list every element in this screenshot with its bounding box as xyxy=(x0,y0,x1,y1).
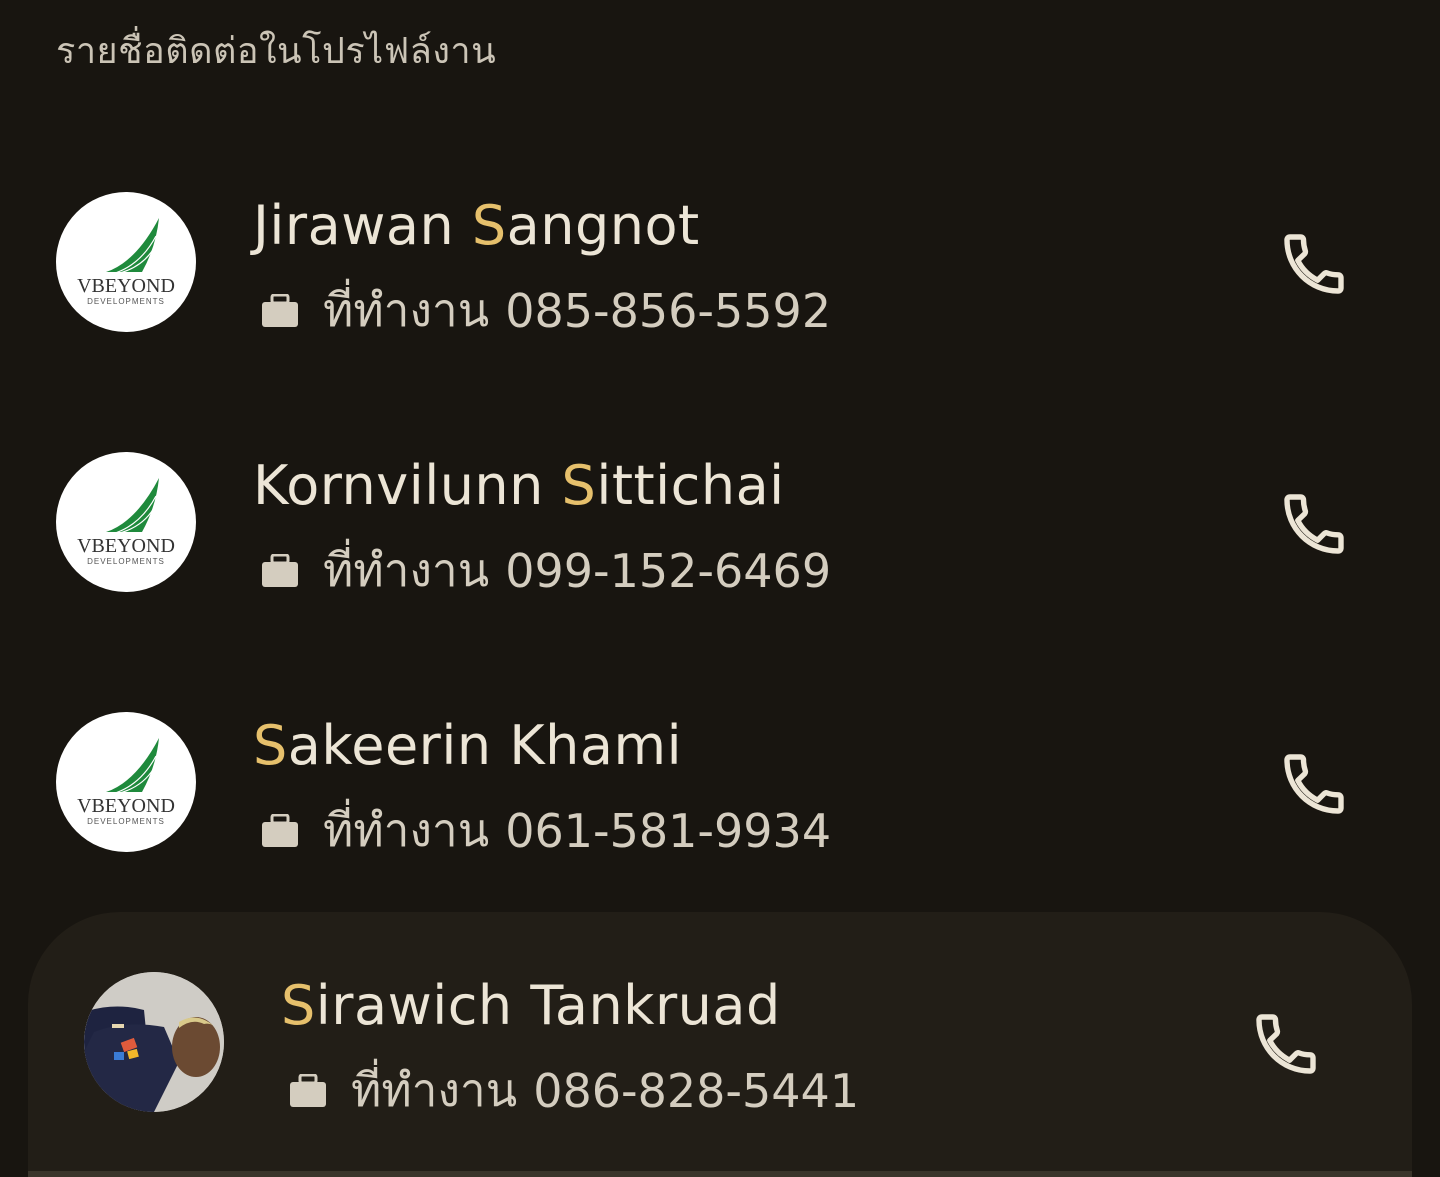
contacts-screen: รายชื่อติดต่อในโปรไฟล์งาน VBEYOND DEVELO… xyxy=(0,0,1440,1177)
section-header: รายชื่อติดต่อในโปรไฟล์งาน xyxy=(56,31,497,72)
phone-detail: ที่ทำงาน 099-152-6469 xyxy=(253,534,831,607)
svg-text:DEVELOPMENTS: DEVELOPMENTS xyxy=(87,297,165,306)
svg-text:VBEYOND: VBEYOND xyxy=(77,795,175,817)
contact-name: Jirawan Sangnot xyxy=(253,194,700,257)
phone-type-label: ที่ทำงาน xyxy=(351,1063,518,1117)
phone-number: 099-152-6469 xyxy=(505,543,832,598)
phone-detail: ที่ทำงาน 085-856-5592 xyxy=(253,274,831,347)
briefcase-icon xyxy=(262,813,298,847)
contact-name: Sakeerin Khami xyxy=(253,714,683,777)
avatar: VBEYOND DEVELOPMENTS xyxy=(56,192,196,332)
contact-name: Sirawich Tankruad xyxy=(281,974,781,1037)
phone-icon[interactable] xyxy=(1278,488,1350,560)
briefcase-icon xyxy=(262,293,298,327)
phone-icon[interactable] xyxy=(1278,748,1350,820)
svg-text:DEVELOPMENTS: DEVELOPMENTS xyxy=(87,557,165,566)
contact-row[interactable]: VBEYOND DEVELOPMENTS Sakeerin Khami ที่ท… xyxy=(0,700,1440,920)
avatar: VBEYOND DEVELOPMENTS xyxy=(56,452,196,592)
contact-info: Sirawich Tankruad ที่ทำงาน 086-828-5441 xyxy=(281,976,859,1127)
avatar: VBEYOND DEVELOPMENTS xyxy=(56,712,196,852)
vbeyond-logo-icon: VBEYOND DEVELOPMENTS xyxy=(77,218,175,306)
search-match-highlight: S xyxy=(471,194,507,257)
svg-text:VBEYOND: VBEYOND xyxy=(77,535,175,557)
phone-number: 086-828-5441 xyxy=(533,1063,860,1118)
phone-detail: ที่ทำงาน 061-581-9934 xyxy=(253,794,831,867)
contact-row[interactable]: VBEYOND DEVELOPMENTS Jirawan Sangnot ที่… xyxy=(0,180,1440,400)
briefcase-icon xyxy=(290,1073,326,1107)
contact-info: Kornvilunn Sittichai ที่ทำงาน 099-152-64… xyxy=(253,456,831,607)
contact-row-selected[interactable]: Sirawich Tankruad ที่ทำงาน 086-828-5441 xyxy=(0,960,1440,1177)
person-photo-icon xyxy=(84,972,224,1112)
vbeyond-logo-icon: VBEYOND DEVELOPMENTS xyxy=(77,478,175,566)
phone-number: 061-581-9934 xyxy=(505,803,832,858)
contact-name: Kornvilunn Sittichai xyxy=(253,454,785,517)
phone-number: 085-856-5592 xyxy=(505,283,832,338)
phone-type-label: ที่ทำงาน xyxy=(323,543,490,597)
phone-icon[interactable] xyxy=(1278,228,1350,300)
avatar-photo xyxy=(84,972,224,1112)
phone-type-label: ที่ทำงาน xyxy=(323,803,490,857)
search-match-highlight: S xyxy=(281,974,316,1037)
contact-row[interactable]: VBEYOND DEVELOPMENTS Kornvilunn Sitticha… xyxy=(0,440,1440,660)
phone-type-label: ที่ทำงาน xyxy=(323,283,490,337)
phone-icon[interactable] xyxy=(1250,1008,1322,1080)
contact-info: Jirawan Sangnot ที่ทำงาน 085-856-5592 xyxy=(253,196,831,347)
contact-info: Sakeerin Khami ที่ทำงาน 061-581-9934 xyxy=(253,716,831,867)
svg-text:DEVELOPMENTS: DEVELOPMENTS xyxy=(87,817,165,826)
vbeyond-logo-icon: VBEYOND DEVELOPMENTS xyxy=(77,738,175,826)
search-match-highlight: S xyxy=(253,714,288,777)
phone-detail: ที่ทำงาน 086-828-5441 xyxy=(281,1054,859,1127)
briefcase-icon xyxy=(262,553,298,587)
svg-text:VBEYOND: VBEYOND xyxy=(77,275,175,297)
search-match-highlight: S xyxy=(561,454,597,517)
